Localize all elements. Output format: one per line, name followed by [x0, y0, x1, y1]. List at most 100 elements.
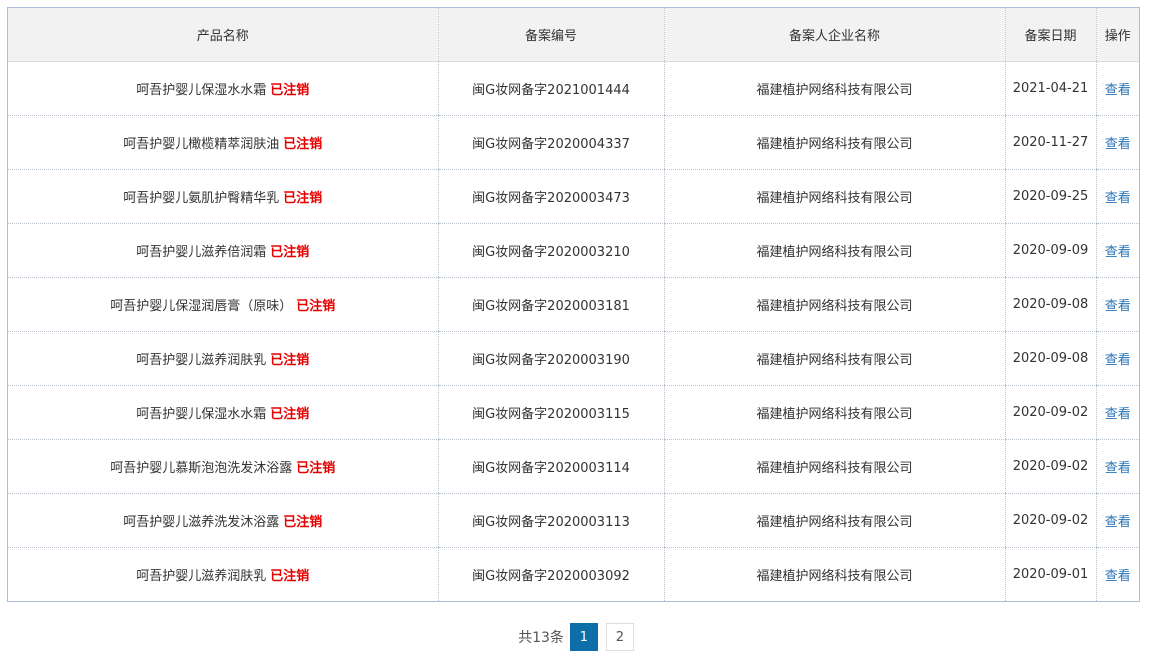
cell-filing-date: 2020-09-08	[1004, 331, 1096, 386]
cell-product-name: 呵吾护婴儿保湿水水霜 已注销	[8, 61, 438, 116]
cell-company-name: 福建植护网络科技有限公司	[663, 223, 1005, 278]
product-name: 呵吾护婴儿保湿润唇膏（原味）	[110, 299, 293, 314]
view-link[interactable]: 查看	[1105, 83, 1131, 98]
status-badge-cancelled: 已注销	[296, 461, 336, 476]
table-row: 呵吾护婴儿氨肌护臀精华乳 已注销 闽G妆网备字2020003473 福建植护网络科技有…	[8, 169, 1139, 224]
cell-filing-number: 闽G妆网备字2020004337	[437, 115, 664, 170]
cell-action: 查看	[1095, 169, 1139, 224]
cell-company-name: 福建植护网络科技有限公司	[663, 115, 1005, 170]
cell-product-name: 呵吾护婴儿氨肌护臀精华乳 已注销	[8, 169, 438, 224]
cell-filing-date: 2020-09-25	[1004, 169, 1096, 224]
cell-product-name: 呵吾护婴儿滋养洗发沐浴露 已注销	[8, 493, 438, 548]
cell-product-name: 呵吾护婴儿慕斯泡泡洗发沐浴露 已注销	[8, 439, 438, 494]
cell-product-name: 呵吾护婴儿橄榄精萃润肤油 已注销	[8, 115, 438, 170]
table-row: 呵吾护婴儿滋养润肤乳 已注销 闽G妆网备字2020003092 福建植护网络科技有限公…	[8, 547, 1139, 602]
cell-filing-date: 2020-09-09	[1004, 223, 1096, 278]
cell-filing-number: 闽G妆网备字2020003092	[437, 547, 664, 601]
table-row: 呵吾护婴儿橄榄精萃润肤油 已注销 闽G妆网备字2020004337 福建植护网络科技有…	[8, 115, 1139, 170]
view-link[interactable]: 查看	[1105, 137, 1131, 152]
cell-filing-date: 2020-09-01	[1004, 547, 1096, 601]
status-badge-cancelled: 已注销	[270, 407, 310, 422]
page-button-1[interactable]: 1	[569, 623, 598, 651]
view-link[interactable]: 查看	[1105, 245, 1131, 260]
header-action: 操作	[1095, 8, 1139, 62]
table-row: 呵吾护婴儿慕斯泡泡洗发沐浴露 已注销 闽G妆网备字2020003114 福建植护网络科…	[8, 439, 1139, 494]
view-link[interactable]: 查看	[1105, 353, 1131, 368]
page-button-2[interactable]: 2	[605, 623, 634, 651]
product-name: 呵吾护婴儿慕斯泡泡洗发沐浴露	[110, 461, 293, 476]
cell-filing-number: 闽G妆网备字2020003473	[437, 169, 664, 224]
product-name: 呵吾护婴儿滋养洗发沐浴露	[123, 515, 280, 530]
cell-filing-date: 2021-04-21	[1004, 61, 1096, 116]
status-badge-cancelled: 已注销	[270, 569, 310, 584]
product-name: 呵吾护婴儿保湿水水霜	[136, 407, 267, 422]
cell-product-name: 呵吾护婴儿保湿水水霜 已注销	[8, 385, 438, 440]
pagination: 共13条 1 2	[0, 622, 1152, 652]
cell-filing-number: 闽G妆网备字2020003190	[437, 331, 664, 386]
product-name: 呵吾护婴儿滋养倍润霜	[136, 245, 267, 260]
cell-filing-number: 闽G妆网备字2020003114	[437, 439, 664, 494]
cell-filing-date: 2020-09-02	[1004, 385, 1096, 440]
product-name: 呵吾护婴儿橄榄精萃润肤油	[123, 137, 280, 152]
view-link[interactable]: 查看	[1105, 461, 1131, 476]
cell-product-name: 呵吾护婴儿保湿润唇膏（原味） 已注销	[8, 277, 438, 332]
cell-company-name: 福建植护网络科技有限公司	[663, 169, 1005, 224]
view-link[interactable]: 查看	[1105, 515, 1131, 530]
cell-action: 查看	[1095, 223, 1139, 278]
view-link[interactable]: 查看	[1105, 299, 1131, 314]
table-row: 呵吾护婴儿滋养润肤乳 已注销 闽G妆网备字2020003190 福建植护网络科技有限公…	[8, 331, 1139, 386]
cell-company-name: 福建植护网络科技有限公司	[663, 547, 1005, 601]
cell-company-name: 福建植护网络科技有限公司	[663, 385, 1005, 440]
cell-action: 查看	[1095, 331, 1139, 386]
table-row: 呵吾护婴儿保湿润唇膏（原味） 已注销 闽G妆网备字2020003181 福建植护网络科…	[8, 277, 1139, 332]
status-badge-cancelled: 已注销	[283, 515, 323, 530]
view-link[interactable]: 查看	[1105, 407, 1131, 422]
table-row: 呵吾护婴儿滋养洗发沐浴露 已注销 闽G妆网备字2020003113 福建植护网络科技有…	[8, 493, 1139, 548]
table-row: 呵吾护婴儿保湿水水霜 已注销 闽G妆网备字2021001444 福建植护网络科技有限公…	[8, 61, 1139, 116]
filing-records-table: 产品名称 备案编号 备案人企业名称 备案日期 操作 呵吾护婴儿保湿水水霜 已注销闽…	[7, 7, 1140, 602]
status-badge-cancelled: 已注销	[270, 353, 310, 368]
cell-action: 查看	[1095, 547, 1139, 601]
cell-company-name: 福建植护网络科技有限公司	[663, 439, 1005, 494]
cell-company-name: 福建植护网络科技有限公司	[663, 331, 1005, 386]
product-name: 呵吾护婴儿保湿水水霜	[136, 83, 267, 98]
table-row: 呵吾护婴儿滋养倍润霜 已注销 闽G妆网备字2020003210 福建植护网络科技有限公…	[8, 223, 1139, 278]
cell-filing-number: 闽G妆网备字2021001444	[437, 61, 664, 116]
view-link[interactable]: 查看	[1105, 569, 1131, 584]
product-name: 呵吾护婴儿滋养润肤乳	[136, 353, 267, 368]
pagination-total: 共13条	[518, 630, 564, 646]
status-badge-cancelled: 已注销	[283, 137, 323, 152]
cell-filing-date: 2020-09-02	[1004, 439, 1096, 494]
status-badge-cancelled: 已注销	[270, 245, 310, 260]
cell-action: 查看	[1095, 61, 1139, 116]
cell-action: 查看	[1095, 493, 1139, 548]
cell-company-name: 福建植护网络科技有限公司	[663, 493, 1005, 548]
status-badge-cancelled: 已注销	[283, 191, 323, 206]
cell-filing-number: 闽G妆网备字2020003181	[437, 277, 664, 332]
cell-filing-number: 闽G妆网备字2020003115	[437, 385, 664, 440]
header-filing-date: 备案日期	[1004, 8, 1096, 62]
table-body: 呵吾护婴儿保湿水水霜 已注销 闽G妆网备字2021001444 福建植护网络科技有限公…	[8, 61, 1139, 602]
cell-filing-number: 闽G妆网备字2020003210	[437, 223, 664, 278]
cell-filing-date: 2020-09-08	[1004, 277, 1096, 332]
product-name: 呵吾护婴儿滋养润肤乳	[136, 569, 267, 584]
status-badge-cancelled: 已注销	[296, 299, 336, 314]
cell-product-name: 呵吾护婴儿滋养润肤乳 已注销	[8, 331, 438, 386]
cell-action: 查看	[1095, 385, 1139, 440]
cell-action: 查看	[1095, 277, 1139, 332]
cell-product-name: 呵吾护婴儿滋养润肤乳 已注销	[8, 548, 438, 602]
cell-product-name: 呵吾护婴儿滋养倍润霜 已注销	[8, 223, 438, 278]
table-row: 呵吾护婴儿保湿水水霜 已注销 闽G妆网备字2020003115 福建植护网络科技有限公…	[8, 385, 1139, 440]
cell-filing-number: 闽G妆网备字2020003113	[437, 493, 664, 548]
cell-action: 查看	[1095, 439, 1139, 494]
table-header-row: 产品名称 备案编号 备案人企业名称 备案日期 操作	[8, 8, 1139, 62]
cell-filing-date: 2020-11-27	[1004, 115, 1096, 170]
view-link[interactable]: 查看	[1105, 191, 1131, 206]
cell-filing-date: 2020-09-02	[1004, 493, 1096, 548]
product-name: 呵吾护婴儿氨肌护臀精华乳	[123, 191, 280, 206]
header-product-name: 产品名称	[8, 8, 438, 62]
cell-company-name: 福建植护网络科技有限公司	[663, 277, 1005, 332]
header-company-name: 备案人企业名称	[663, 8, 1005, 62]
header-filing-number: 备案编号	[437, 8, 664, 62]
status-badge-cancelled: 已注销	[270, 83, 310, 98]
